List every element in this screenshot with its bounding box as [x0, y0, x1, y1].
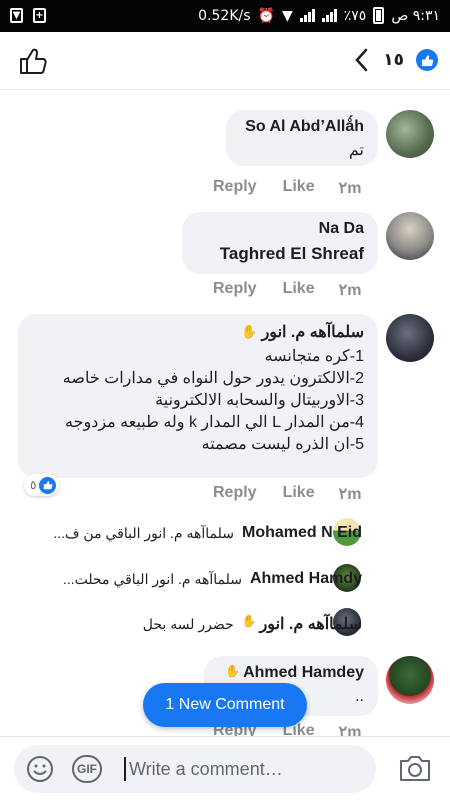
- comment-author[interactable]: سلماآهه م. انور ✋: [32, 322, 364, 342]
- reply-text: سلماآهه م. انور الباقي محلت...: [62, 570, 242, 587]
- comment-line: 1-كره متجانسه: [264, 348, 364, 365]
- signal-icon-1: [299, 9, 315, 22]
- like-button[interactable]: Like: [283, 178, 315, 198]
- avatar[interactable]: [386, 110, 434, 158]
- reply-button[interactable]: Reply: [213, 484, 257, 504]
- reply-author[interactable]: سلماآهه م. انور ✋: [242, 614, 362, 634]
- comment-actions: Reply Like ٢m: [213, 280, 361, 300]
- reply-author[interactable]: Mohamed N Eid: [242, 524, 362, 542]
- reply-preview[interactable]: سلماآهه م. انور ✋ حضرر لسه بحل: [143, 614, 362, 634]
- comment-time: ٢m: [338, 282, 362, 299]
- reply-text: حضرر لسه بحل: [142, 615, 234, 632]
- comment-time: ٢m: [338, 724, 362, 736]
- avatar[interactable]: [386, 314, 434, 362]
- wifi-icon: ▼: [281, 7, 293, 24]
- new-comment-button[interactable]: 1 New Comment: [143, 683, 307, 727]
- camera-icon[interactable]: [398, 753, 432, 783]
- comment-input[interactable]: [124, 757, 364, 781]
- reply-text: سلماآهه م. انور الباقي من ف...: [53, 524, 234, 541]
- reaction-summary[interactable]: ١٥: [353, 48, 438, 72]
- waving-hand-icon: ✋: [225, 664, 241, 678]
- reaction-number: ٥: [30, 478, 37, 492]
- battery-percent: ٪٧٥: [343, 7, 367, 24]
- comments-feed[interactable]: So Al AbdʼAllǻh تم Reply Like ٢m Na Da T…: [0, 90, 450, 736]
- comment-composer: GIF: [0, 736, 450, 800]
- comment-line: 5-ان الذره ليست مصمته: [201, 436, 364, 453]
- comment-bubble[interactable]: سلماآهه م. انور ✋ 1-كره متجانسه 2-الالكت…: [18, 314, 378, 478]
- composer-box[interactable]: GIF: [14, 745, 376, 793]
- comment-author-name[interactable]: سلماآهه م. انور: [262, 322, 364, 342]
- comments-header: ١٥: [0, 32, 450, 90]
- comment-time: ٢m: [338, 486, 362, 503]
- waving-hand-icon: ✋: [241, 324, 258, 339]
- comment-bubble[interactable]: Na Da Taghred El Shreaf: [182, 212, 378, 274]
- comment-actions: Reply Like ٢m: [213, 484, 361, 504]
- thumbs-up-icon[interactable]: [18, 46, 48, 76]
- reply-author-name[interactable]: سلماآهه م. انور: [260, 614, 362, 634]
- battery-icon: [373, 7, 385, 24]
- like-button[interactable]: Like: [283, 484, 315, 504]
- reaction-count[interactable]: ٥: [24, 474, 60, 496]
- reply-button[interactable]: Reply: [213, 178, 257, 198]
- like-reaction-icon: [39, 476, 57, 494]
- clock: ٩:٣١ ص: [391, 7, 440, 24]
- comment-line: 3-الاوربيتال والسحابه الالكترونية: [155, 392, 364, 409]
- reply-preview[interactable]: Ahmed Hamdy سلماآهه م. انور الباقي محلت.…: [63, 570, 362, 588]
- comment-line: 4-من المدار L الي المدار k وله طبيعه مزد…: [65, 414, 364, 431]
- status-left: ▼ +: [10, 8, 46, 23]
- alarm-icon: ⏰: [257, 7, 275, 24]
- status-bar: ▼ + 0.52K/s ⏰ ▼ ٪٧٥ ٩:٣١ ص: [0, 0, 450, 32]
- app-notification-icon: ▼: [10, 8, 23, 23]
- comment-line: 2-الالكترون يدور حول النواه في مدارات خا…: [62, 370, 364, 387]
- comment-actions: Reply Like ٢m: [213, 178, 361, 198]
- comment-author[interactable]: ✋ Ahmed Hamdey: [218, 664, 364, 682]
- comment-author[interactable]: So Al AbdʼAllǻh: [240, 118, 364, 136]
- reply-button[interactable]: Reply: [213, 280, 257, 300]
- add-notification-icon: +: [33, 8, 46, 23]
- emoji-icon[interactable]: [26, 755, 54, 783]
- reply-author[interactable]: Ahmed Hamdy: [250, 570, 362, 588]
- comment-bubble[interactable]: So Al AbdʼAllǻh تم: [226, 110, 378, 166]
- chevron-left-icon[interactable]: [353, 48, 371, 72]
- like-button[interactable]: Like: [283, 280, 315, 300]
- reply-preview[interactable]: Mohamed N Eid سلماآهه م. انور الباقي من …: [53, 524, 362, 542]
- gif-button[interactable]: GIF: [72, 755, 102, 783]
- comment-author[interactable]: Na Da: [196, 220, 364, 238]
- signal-icon-2: [321, 9, 337, 22]
- avatar[interactable]: [386, 656, 434, 704]
- like-reaction-icon: [416, 49, 438, 71]
- avatar[interactable]: [386, 212, 434, 260]
- comment-text[interactable]: Taghred El Shreaf: [196, 244, 364, 264]
- network-speed: 0.52K/s: [198, 7, 251, 24]
- comment-author-name[interactable]: Ahmed Hamdey: [243, 664, 364, 682]
- status-right: 0.52K/s ⏰ ▼ ٪٧٥ ٩:٣١ ص: [198, 7, 440, 24]
- like-count: ١٥: [383, 50, 404, 70]
- waving-hand-icon: ✋: [241, 614, 257, 628]
- comment-time: ٢m: [338, 180, 362, 197]
- comment-text: تم: [348, 142, 364, 159]
